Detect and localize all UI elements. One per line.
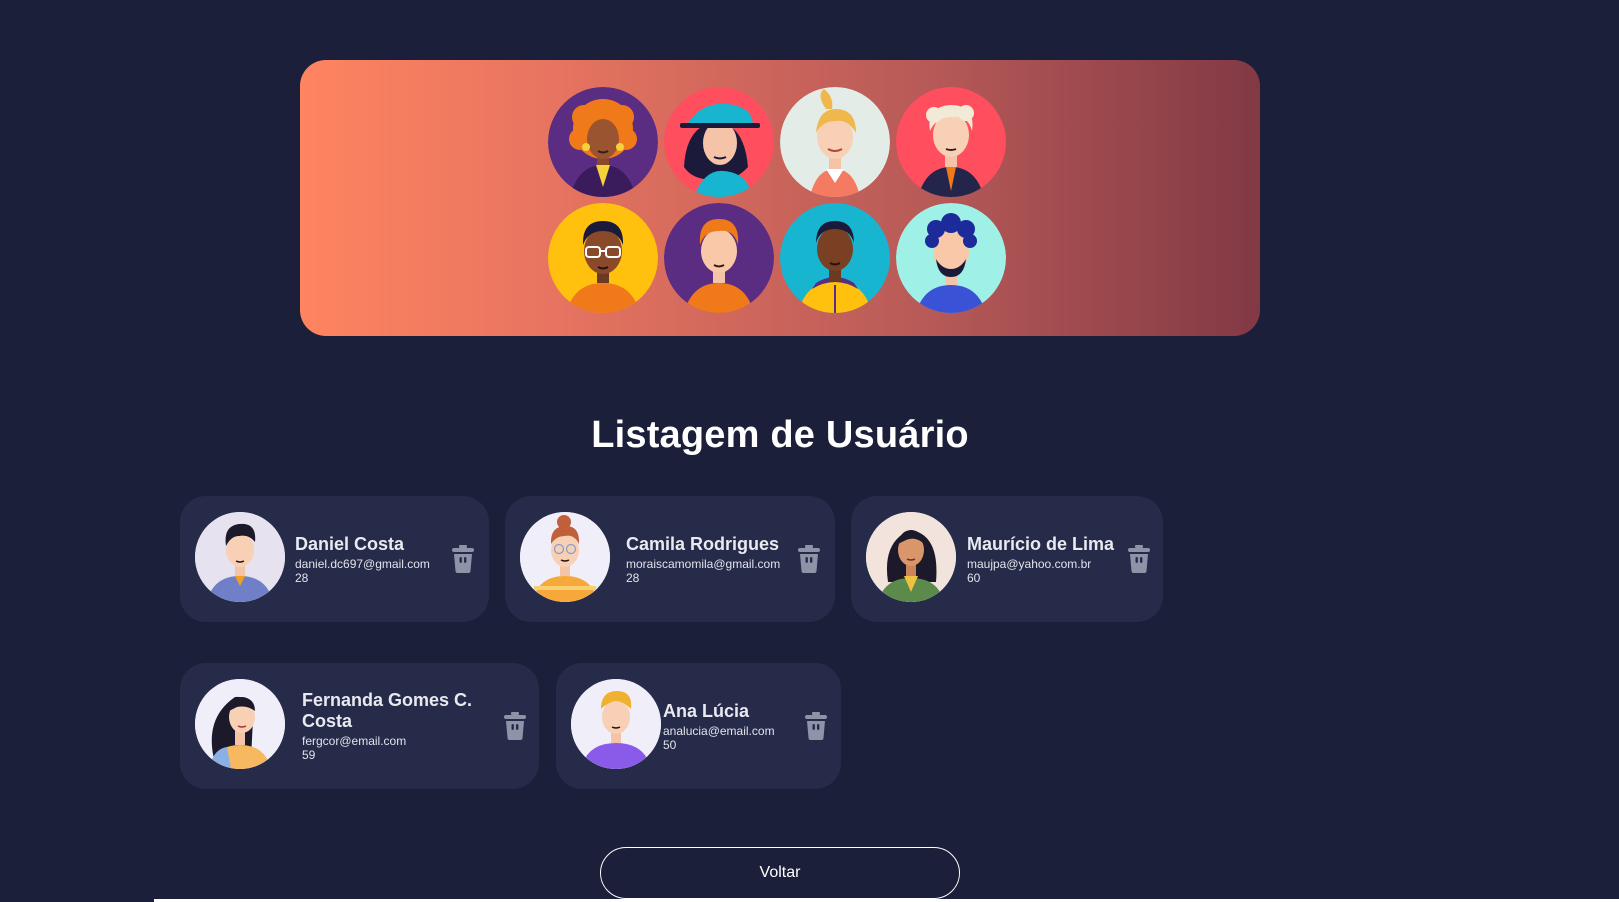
- delete-user-button[interactable]: [452, 545, 474, 573]
- user-avatar: [195, 512, 285, 602]
- user-email: analucia@email.com: [663, 723, 775, 738]
- trash-icon: [798, 545, 820, 573]
- user-age: 59: [302, 748, 316, 762]
- user-age: 28: [295, 570, 309, 585]
- user-name: Camila Rodrigues: [626, 533, 780, 554]
- avatar-man-yellow-hoodie: [780, 203, 890, 313]
- avatar-man-curly-beard: [896, 203, 1006, 313]
- user-info: Ana Lúcia analucia@email.com 50: [663, 663, 775, 789]
- hero-banner: [300, 60, 1260, 336]
- user-name: Daniel Costa: [295, 533, 405, 554]
- delete-user-button[interactable]: [805, 712, 827, 740]
- user-email: fergcor@email.com: [302, 734, 407, 748]
- user-list-page: Listagem de Usuário Daniel Costa daniel.…: [0, 0, 1619, 902]
- avatar-man-glasses: [548, 203, 658, 313]
- user-card: Fernanda Gomes C. Costa fergcor@email.co…: [180, 663, 539, 789]
- user-email: daniel.dc697@gmail.com: [295, 556, 430, 571]
- user-email: moraiscamomila@gmail.com: [626, 556, 781, 571]
- delete-user-button[interactable]: [504, 712, 526, 740]
- avatar-man-red-hair: [664, 203, 774, 313]
- user-info: Camila Rodrigues moraiscamomila@gmail.co…: [626, 496, 780, 622]
- delete-user-button[interactable]: [798, 545, 820, 573]
- user-info: Fernanda Gomes C. Costa fergcor@email.co…: [302, 663, 492, 789]
- hero-avatar-grid: [548, 87, 1006, 313]
- user-avatar: [866, 512, 956, 602]
- user-avatar: [520, 512, 610, 602]
- user-age: 60: [967, 570, 981, 585]
- avatar-woman-teal-cap: [664, 87, 774, 197]
- user-age: 50: [663, 737, 677, 752]
- trash-icon: [805, 712, 827, 740]
- user-card: Camila Rodrigues moraiscamomila@gmail.co…: [505, 496, 835, 622]
- user-age: 28: [626, 570, 640, 585]
- back-button[interactable]: Voltar: [600, 847, 960, 899]
- user-name: Maurício de Lima: [967, 533, 1115, 554]
- delete-user-button[interactable]: [1128, 545, 1150, 573]
- avatar-woman-curly-orange-hair: [548, 87, 658, 197]
- user-info: Daniel Costa daniel.dc697@gmail.com 28: [295, 496, 430, 622]
- trash-icon: [504, 712, 526, 740]
- user-name: Ana Lúcia: [663, 700, 750, 721]
- user-card: Maurício de Lima maujpa@yahoo.com.br 60: [851, 496, 1163, 622]
- trash-icon: [1128, 545, 1150, 573]
- user-avatar: [571, 679, 661, 769]
- user-card: Ana Lúcia analucia@email.com 50: [556, 663, 841, 789]
- user-email: maujpa@yahoo.com.br: [967, 556, 1092, 571]
- user-name: Fernanda Gomes C. Costa: [302, 690, 473, 731]
- avatar-woman-blonde-ponytail: [780, 87, 890, 197]
- trash-icon: [452, 545, 474, 573]
- user-avatar: [195, 679, 285, 769]
- user-card: Daniel Costa daniel.dc697@gmail.com 28: [180, 496, 489, 622]
- page-title: Listagem de Usuário: [591, 414, 969, 456]
- avatar-man-white-hair: [896, 87, 1006, 197]
- user-info: Maurício de Lima maujpa@yahoo.com.br 60: [967, 496, 1114, 622]
